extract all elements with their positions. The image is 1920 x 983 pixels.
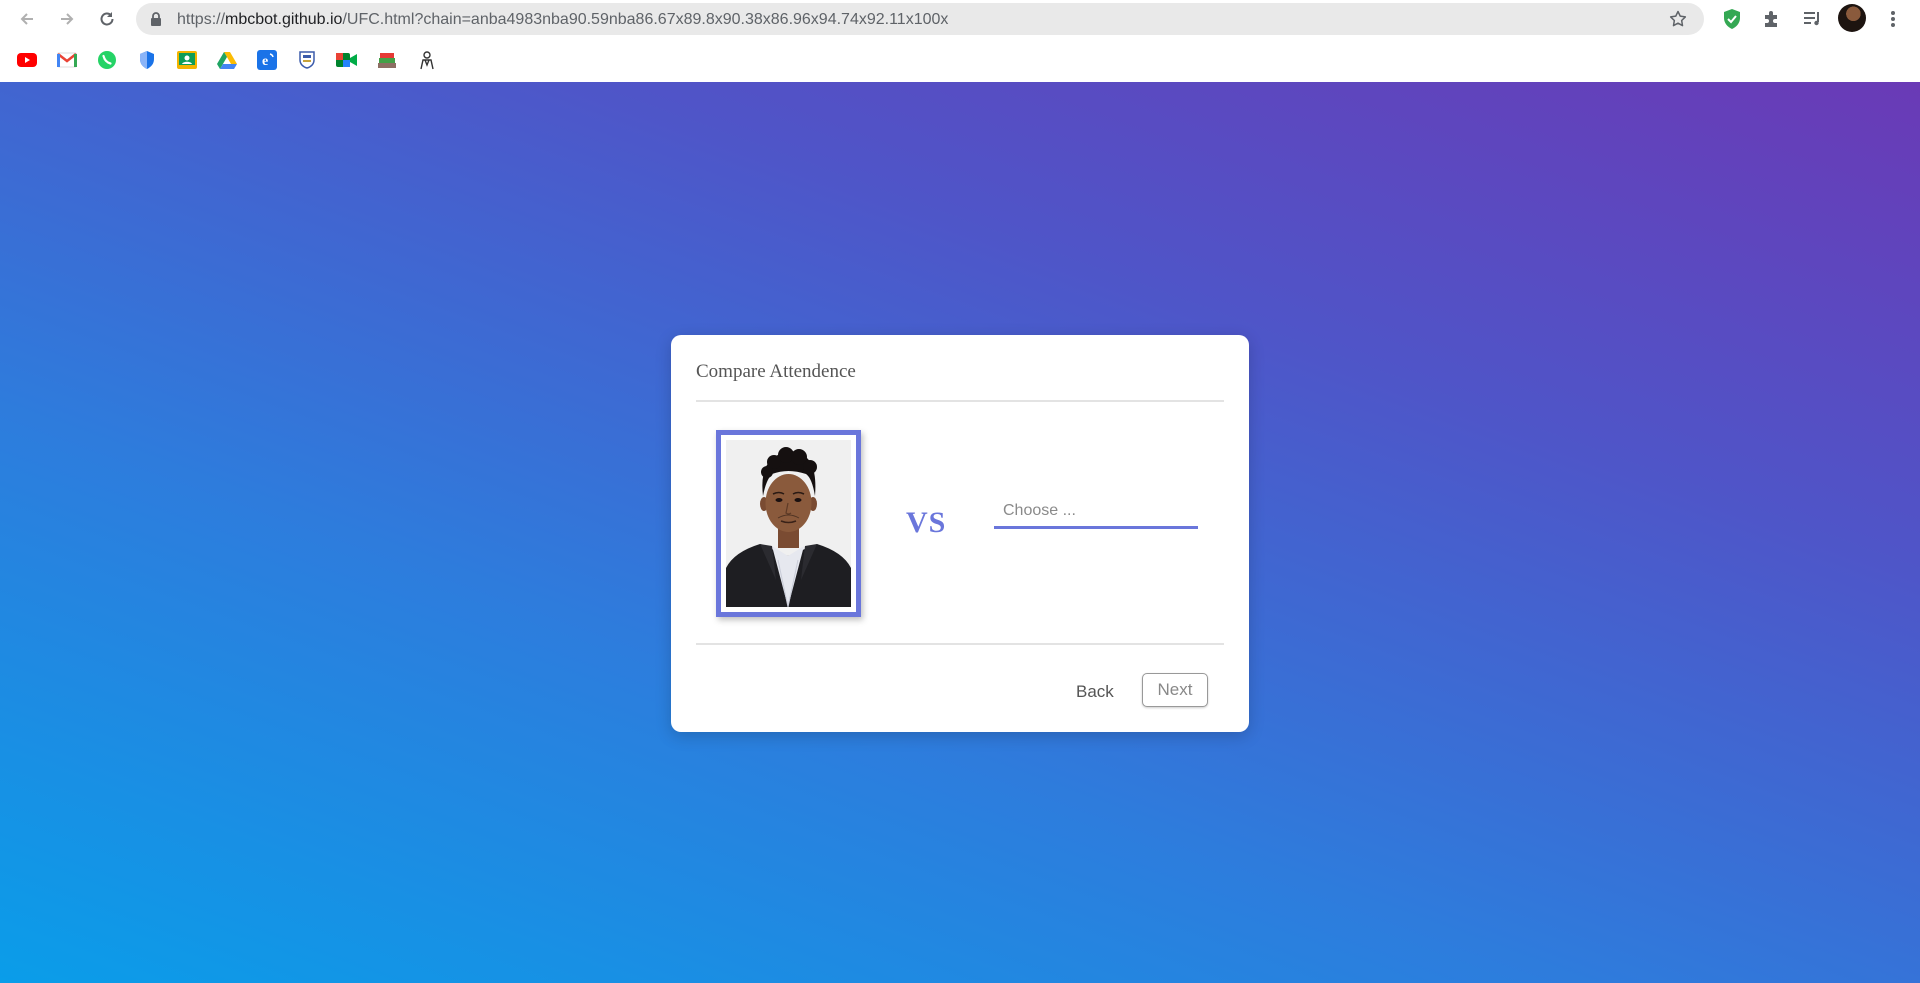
url-scheme: https:// [177, 11, 226, 28]
forward-arrow-icon[interactable] [53, 5, 81, 33]
footer-divider [696, 643, 1224, 645]
youtube-icon[interactable] [16, 49, 38, 71]
college-crest-icon[interactable] [296, 49, 318, 71]
versus-label: VS [906, 506, 947, 539]
edge-e-icon[interactable]: e [256, 49, 278, 71]
puzzle-extensions-icon[interactable] [1758, 5, 1786, 33]
bookmarks-bar: e [0, 38, 1920, 83]
page-background: Compare Attendence VS Choose ... Back Ne… [0, 82, 1920, 983]
media-queue-icon[interactable] [1798, 5, 1826, 33]
choose-input[interactable] [994, 495, 1198, 529]
svg-text:e: e [262, 54, 268, 69]
back-arrow-icon[interactable] [13, 5, 41, 33]
bookmark-star-icon[interactable] [1668, 9, 1688, 34]
lock-icon [150, 12, 162, 31]
student-photo-frame [716, 430, 861, 617]
reload-icon[interactable] [93, 5, 121, 33]
url-path: /UFC.html?chain=anba4983nba90.59nba86.67… [342, 11, 949, 28]
card-title: Compare Attendence [696, 361, 856, 382]
browser-toolbar: https://mbcbot.github.io/UFC.html?chain=… [0, 0, 1920, 38]
books-icon[interactable] [376, 49, 398, 71]
back-button[interactable]: Back [1066, 676, 1124, 708]
shield-check-extension-icon[interactable] [1718, 5, 1746, 33]
google-meet-icon[interactable] [336, 49, 358, 71]
profile-avatar[interactable] [1838, 4, 1866, 32]
url-text[interactable]: https://mbcbot.github.io/UFC.html?chain=… [177, 11, 948, 29]
whatsapp-icon[interactable] [96, 49, 118, 71]
url-host: mbcbot.github.io [225, 11, 343, 28]
title-divider [696, 400, 1224, 402]
person-sketch-icon[interactable] [416, 49, 438, 71]
shield-icon[interactable] [136, 49, 158, 71]
kebab-menu-icon[interactable] [1879, 5, 1907, 33]
next-button[interactable]: Next [1142, 673, 1208, 707]
gmail-icon[interactable] [56, 49, 78, 71]
student-photo [726, 440, 851, 607]
address-bar[interactable]: https://mbcbot.github.io/UFC.html?chain=… [136, 3, 1704, 35]
google-classroom-icon[interactable] [176, 49, 198, 71]
compare-attendance-card: Compare Attendence VS Choose ... Back Ne… [671, 335, 1249, 732]
google-drive-icon[interactable] [216, 49, 238, 71]
